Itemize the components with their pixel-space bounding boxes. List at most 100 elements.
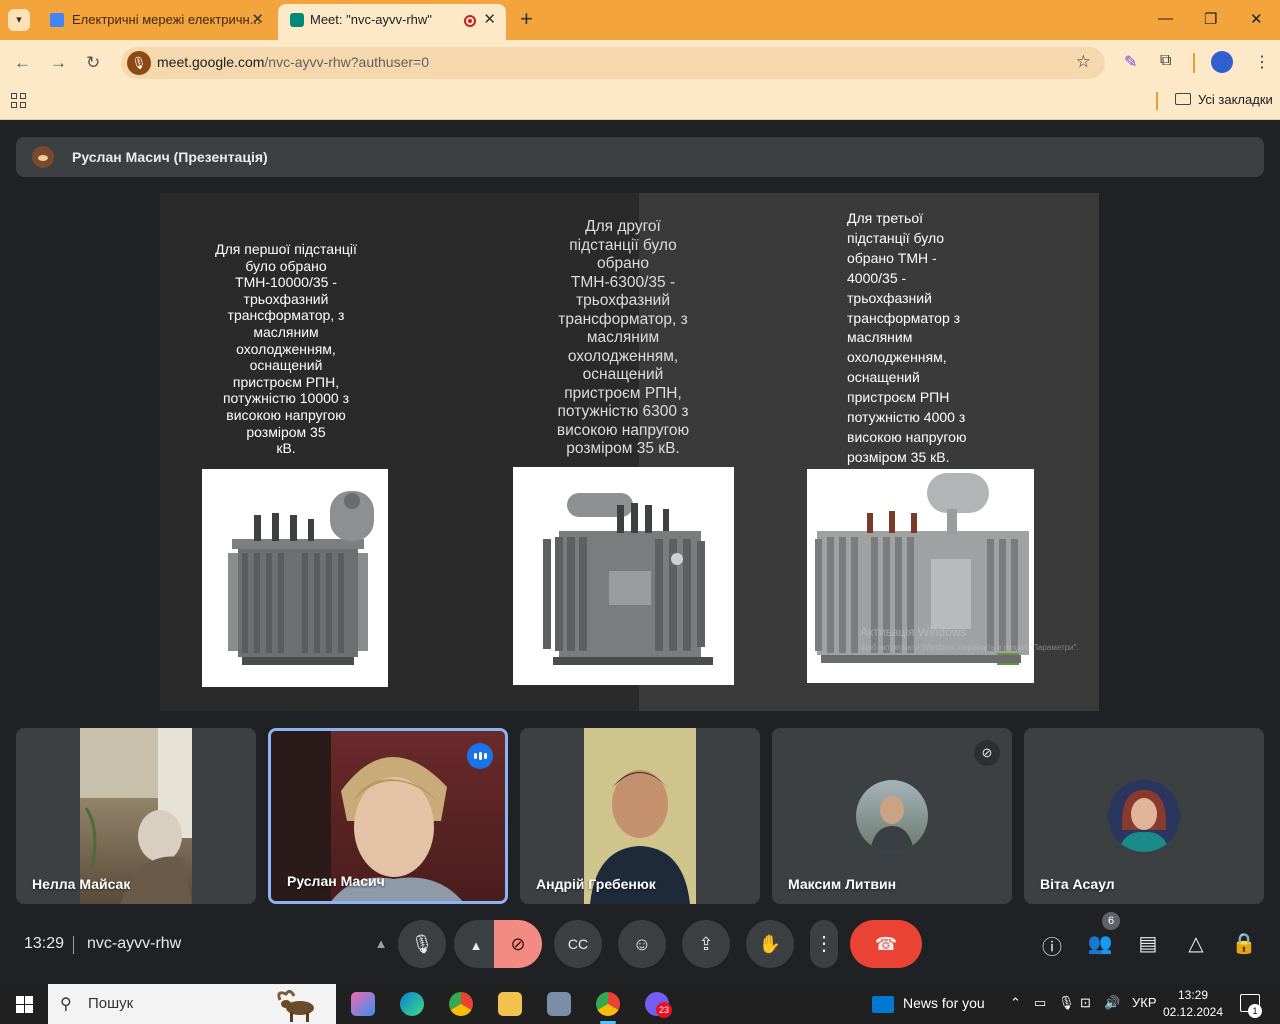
close-tab-icon[interactable]: ✕	[483, 4, 496, 36]
moose-illustration-icon	[277, 989, 314, 1022]
pen-extension-icon[interactable]: ✎	[1124, 52, 1137, 72]
tab-search-icon[interactable]: ▾	[8, 9, 30, 31]
raise-hand-button[interactable]: ✋	[746, 920, 794, 968]
participant-name: Андрій Гребенюк	[536, 876, 656, 892]
participant-name: Максим Литвин	[788, 876, 897, 892]
system-time: 13:29	[1177, 988, 1209, 1002]
audio-options-chevron-icon[interactable]: ▲	[366, 920, 396, 968]
participant-tile[interactable]: Нелла Майсак	[16, 728, 256, 904]
recording-icon	[464, 15, 476, 27]
reload-icon[interactable]: ↻	[86, 53, 100, 73]
news-widget-label[interactable]: News for you	[903, 995, 985, 1011]
bookmark-star-icon[interactable]: ☆	[1076, 52, 1091, 72]
transformer-image-1	[202, 469, 388, 687]
substation-2-text: Для другої підстанції було обрано ТМН-63…	[556, 218, 690, 457]
toolbar-divider	[1193, 53, 1195, 73]
extensions-icon[interactable]: ⧉	[1160, 52, 1171, 70]
copilot-icon[interactable]	[351, 992, 375, 1016]
windows-activation-watermark: Активація Windows	[860, 625, 967, 639]
system-date: 02.12.2024	[1162, 1005, 1224, 1019]
search-icon: ⚲	[60, 996, 72, 1013]
transformer-image-2	[513, 467, 734, 685]
folder-icon[interactable]	[1175, 93, 1191, 105]
clock-divider	[73, 936, 74, 954]
meeting-code: nvc-ayvv-rhw	[87, 935, 182, 952]
tab-meet[interactable]: Meet: "nvc-ayvv-rhw" ✕	[278, 4, 506, 40]
meeting-clock: 13:29	[24, 935, 65, 952]
profile-avatar[interactable]	[1211, 51, 1233, 73]
camera-off-button[interactable]: ⊘	[494, 920, 542, 968]
edge-icon[interactable]	[400, 992, 424, 1016]
volume-icon[interactable]: 🔊	[1104, 995, 1120, 1011]
window-close-icon[interactable]: ✕	[1250, 10, 1263, 28]
bookmarks-divider	[1156, 92, 1158, 110]
participant-tile-active-speaker[interactable]: Руслан Масич	[268, 728, 508, 904]
speaking-indicator-icon	[467, 743, 493, 769]
video-options-chevron-icon[interactable]: ▲	[454, 920, 498, 968]
chrome-icon[interactable]	[449, 992, 473, 1016]
chrome-active-icon[interactable]	[596, 992, 620, 1016]
bookmarks-bar: Усі закладки	[0, 86, 1280, 120]
search-placeholder: Пошук	[88, 995, 134, 1012]
address-bar[interactable]: 🎙 meet.google.com/nvc-ayvv-rhw?authuser=…	[121, 47, 1105, 79]
participant-tile[interactable]: ⊘ Максим Литвин	[772, 728, 1012, 904]
participant-tile[interactable]: Андрій Гребенюк	[520, 728, 760, 904]
tab-title: Meet: "nvc-ayvv-rhw"	[310, 12, 432, 27]
menu-kebab-icon[interactable]: ⋮	[1254, 52, 1270, 72]
presenter-avatar	[32, 146, 54, 168]
close-tab-icon[interactable]: ✕	[251, 4, 264, 36]
chat-icon[interactable]: ▤	[1135, 931, 1161, 956]
leave-call-button[interactable]: ☎	[850, 920, 922, 968]
taskbar-search-box[interactable]: ⚲ Пошук	[48, 984, 336, 1024]
windows-activation-hint: Щоб активувати Windows, перейдіть в розд…	[860, 643, 1079, 652]
meet-favicon-icon	[290, 13, 304, 27]
participant-avatar	[856, 780, 928, 852]
microphone-permission-icon[interactable]: 🎙	[127, 51, 151, 75]
people-icon[interactable]: 👥	[1087, 931, 1113, 956]
network-icon[interactable]: ⊡	[1080, 995, 1091, 1011]
participant-name: Віта Асаул	[1040, 876, 1115, 892]
notification-count-badge: 1	[1248, 1004, 1262, 1018]
emoji-reactions-button[interactable]: ☺	[618, 920, 666, 968]
all-bookmarks-link[interactable]: Усі закладки	[1198, 92, 1273, 107]
restore-icon[interactable]: ❐	[1204, 10, 1217, 28]
tab-lecture[interactable]: Електричні мережі електричн... ✕	[38, 4, 274, 40]
tray-microphone-icon[interactable]: 🎙	[1058, 995, 1075, 1011]
tab-strip: ▾ Електричні мережі електричн... ✕ Meet:…	[0, 0, 1280, 40]
file-explorer-icon[interactable]	[498, 992, 522, 1016]
apps-grid-icon[interactable]	[11, 93, 27, 109]
mic-muted-icon: ⊘	[974, 740, 1000, 766]
substation-1-text: Для першої підстанції було обрано ТМН-10…	[215, 241, 357, 457]
presenter-label: Руслан Масич (Презентація)	[72, 149, 268, 165]
substation-3-text: Для третьої підстанції було обрано ТМН -…	[847, 210, 967, 465]
tray-camera-icon[interactable]: ▭	[1034, 995, 1046, 1011]
participant-name: Нелла Майсак	[32, 876, 131, 892]
activities-icon[interactable]: △	[1183, 931, 1209, 956]
present-screen-button[interactable]: ⇪	[682, 920, 730, 968]
store-icon[interactable]	[547, 992, 571, 1016]
new-tab-button[interactable]: +	[520, 8, 533, 30]
participant-tile[interactable]: Віта Асаул	[1024, 728, 1264, 904]
host-controls-icon[interactable]: 🔒	[1231, 931, 1257, 956]
participant-avatar	[1108, 780, 1180, 852]
tab-favicon-icon	[50, 13, 64, 27]
forward-icon[interactable]: →	[50, 53, 67, 73]
microphone-button[interactable]: 🎙	[398, 920, 446, 968]
browser-toolbar: ← → ↻ 🎙 meet.google.com/nvc-ayvv-rhw?aut…	[0, 40, 1280, 86]
viber-notification-badge: 23	[656, 1002, 672, 1018]
back-icon[interactable]: ←	[14, 53, 31, 73]
presenter-bar: Руслан Масич (Презентація)	[16, 137, 1264, 177]
participant-name: Руслан Масич	[287, 873, 385, 889]
news-widget-icon[interactable]	[872, 996, 894, 1013]
captions-button[interactable]: CC	[554, 920, 602, 968]
minimize-icon[interactable]: —	[1158, 10, 1173, 27]
tray-chevron-icon[interactable]: ⌃	[1010, 995, 1021, 1011]
tab-title: Електричні мережі електричн...	[72, 12, 261, 27]
more-options-icon[interactable]: ⋮	[810, 920, 838, 968]
participants-count-badge: 6	[1102, 912, 1120, 930]
url-text: meet.google.com/nvc-ayvv-rhw?authuser=0	[157, 54, 429, 70]
meeting-info-icon[interactable]: ⓘ	[1039, 931, 1065, 960]
windows-start-icon[interactable]	[16, 996, 33, 1013]
system-clock[interactable]: 13:29 02.12.2024	[1160, 987, 1226, 1021]
input-language[interactable]: УКР	[1132, 995, 1157, 1010]
